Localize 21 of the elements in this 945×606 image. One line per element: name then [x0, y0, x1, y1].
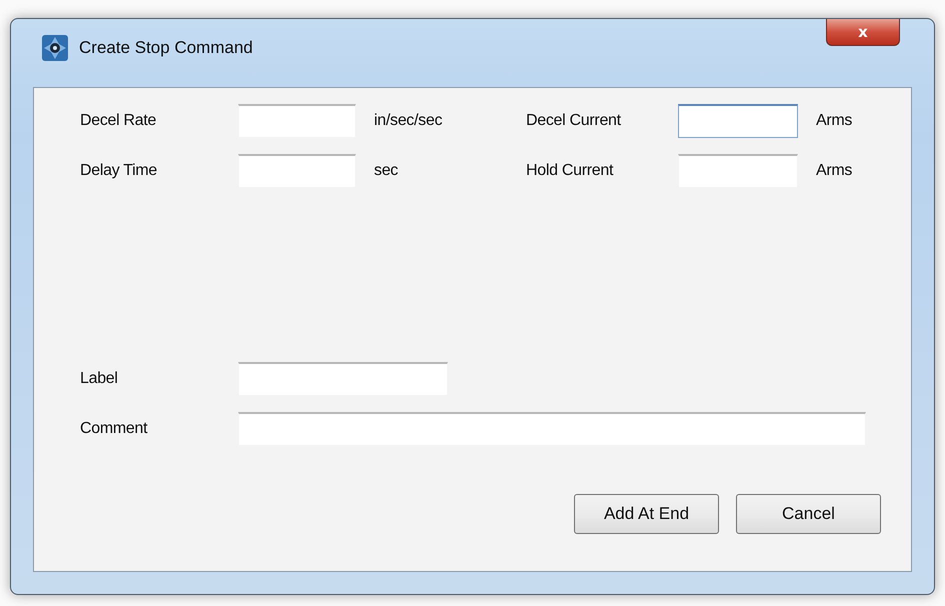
- unit-label: in/sec/sec: [373, 112, 444, 130]
- field-label: Decel Rate: [80, 112, 158, 130]
- dialog-button[interactable]: Add At End: [574, 494, 719, 534]
- input-field[interactable]: [238, 154, 356, 188]
- input-field[interactable]: [678, 154, 798, 188]
- input-field[interactable]: [238, 412, 866, 446]
- unit-label: Arms: [815, 112, 854, 130]
- input-field[interactable]: [678, 104, 798, 138]
- input-field[interactable]: [238, 104, 356, 138]
- close-button[interactable]: x: [826, 19, 900, 46]
- window-title: Create Stop Command: [79, 38, 253, 58]
- field-label: Comment: [80, 420, 148, 438]
- input-field[interactable]: [238, 362, 448, 396]
- unit-label: Arms: [815, 162, 854, 180]
- unit-label: sec: [373, 162, 399, 180]
- dialog-button[interactable]: Cancel: [736, 494, 881, 534]
- field-label: Hold Current: [526, 162, 614, 180]
- app-icon: [41, 34, 69, 62]
- field-label: Delay Time: [80, 162, 158, 180]
- field-label: Decel Current: [526, 112, 622, 130]
- field-label: Label: [80, 370, 119, 388]
